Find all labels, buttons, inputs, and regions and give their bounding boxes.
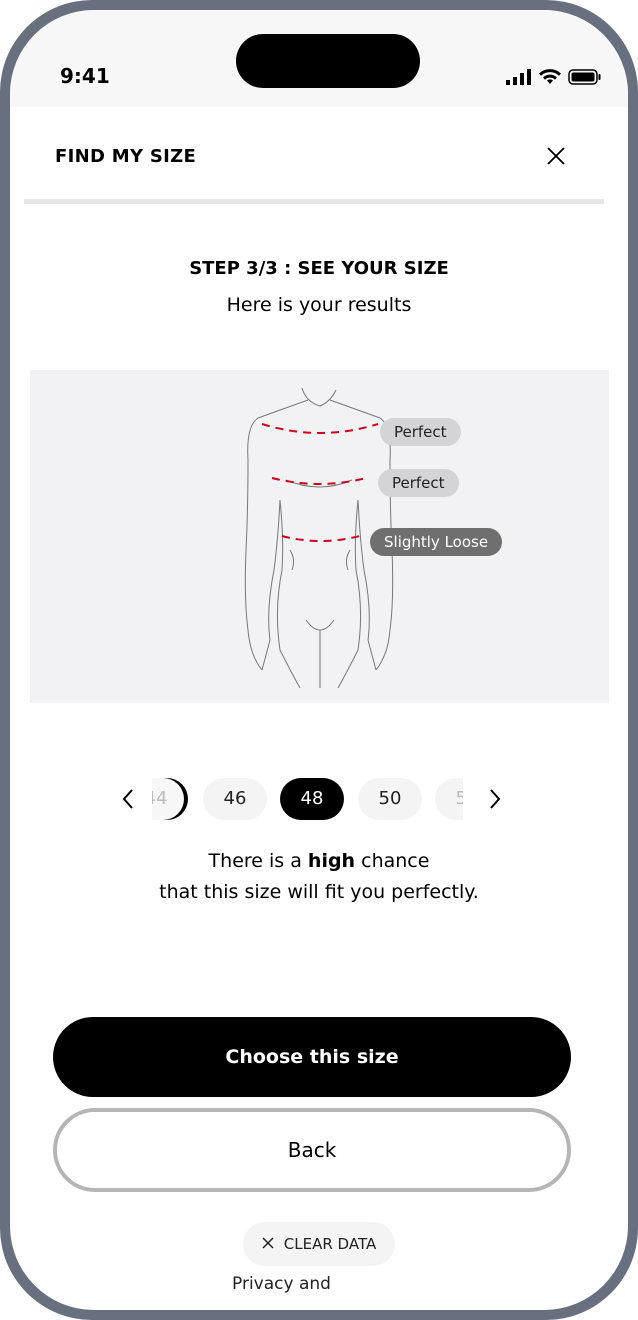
close-icon (262, 1237, 274, 1249)
page-title: FIND MY SIZE (55, 146, 197, 167)
privacy-link[interactable]: Privacy and (232, 1274, 331, 1294)
clear-data-button[interactable]: CLEAR DATA (243, 1222, 395, 1266)
step-title: STEP 3/3 : SEE YOUR SIZE (189, 258, 449, 279)
body-outline (244, 387, 394, 689)
size-option-48-selected[interactable]: 48 (280, 778, 344, 820)
close-icon[interactable] (544, 144, 568, 168)
screen: 9:41 FIND MY SIZE STEP 3/3 : SEE YOUR SI… (10, 10, 628, 1310)
wifi-icon (539, 69, 561, 84)
body-illustration: Perfect Perfect Slightly Loose (30, 370, 609, 703)
status-time: 9:41 (60, 64, 110, 88)
size-option-46[interactable]: 46 (203, 778, 267, 820)
phone-frame: 9:41 FIND MY SIZE STEP 3/3 : SEE YOUR SI… (0, 0, 638, 1320)
progress-bar (24, 199, 604, 204)
fit-tag-chest: Perfect (380, 418, 461, 446)
step-subtitle: Here is your results (226, 294, 412, 316)
result-suffix: chance (355, 850, 430, 872)
fit-tag-hips: Slightly Loose (370, 528, 503, 556)
chevron-left-icon[interactable] (121, 788, 135, 810)
fit-result-line2: that this size will fit you perfectly. (159, 881, 479, 903)
status-bar: 9:41 (10, 10, 628, 107)
battery-icon (568, 69, 601, 85)
fit-result-line1: There is a high chance (10, 850, 628, 872)
back-button[interactable]: Back (53, 1108, 571, 1192)
choose-size-button[interactable]: Choose this size (53, 1017, 571, 1097)
chevron-right-icon[interactable] (488, 788, 502, 810)
signal-icon (506, 69, 531, 85)
size-selector: 44 46 48 50 52 (10, 778, 628, 822)
fit-tag-waist: Perfect (378, 469, 459, 497)
dynamic-island (236, 34, 420, 88)
size-option-50[interactable]: 50 (358, 778, 422, 820)
clear-data-label: CLEAR DATA (283, 1235, 377, 1253)
result-emphasis: high (307, 850, 356, 872)
result-prefix: There is a (208, 850, 308, 872)
